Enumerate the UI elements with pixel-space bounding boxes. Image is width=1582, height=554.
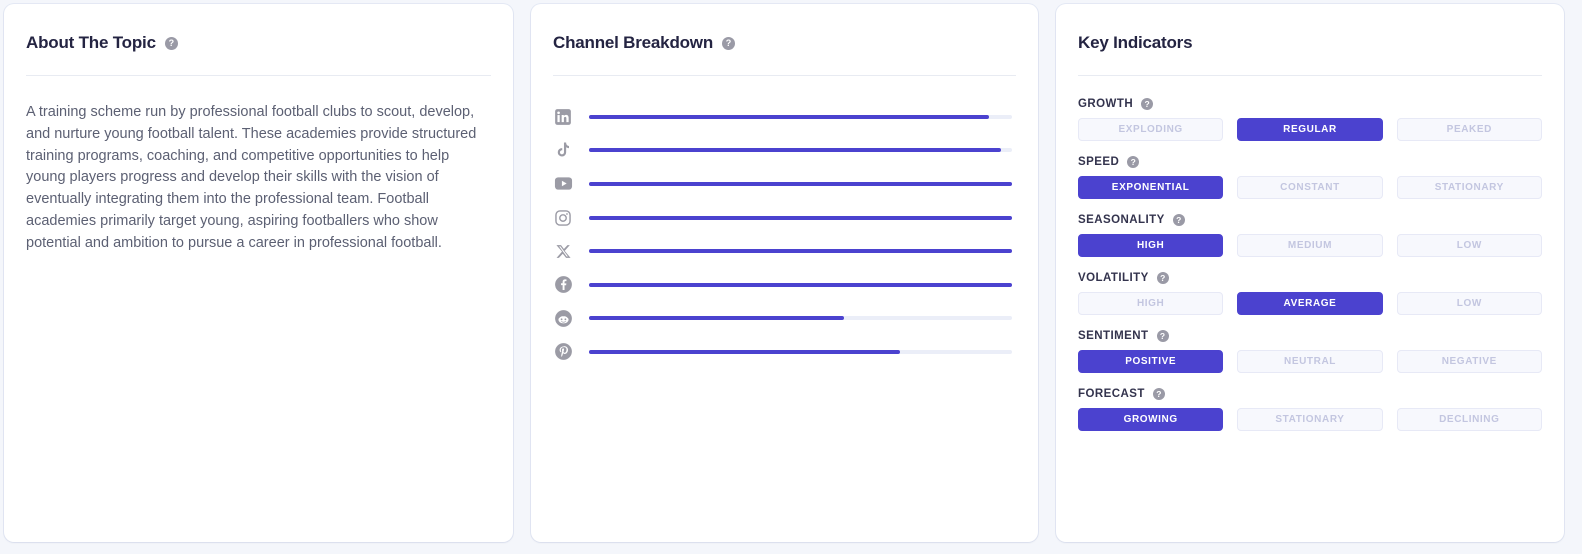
- key-indicators-title: Key Indicators: [1078, 33, 1193, 52]
- youtube-icon: [553, 174, 573, 194]
- indicator-option-stationary[interactable]: STATIONARY: [1396, 176, 1542, 199]
- channel-bar-track: [589, 114, 1012, 119]
- indicator-option-high[interactable]: HIGH: [1078, 234, 1224, 257]
- indicator-option-high[interactable]: HIGH: [1078, 292, 1224, 315]
- instagram-icon: [553, 208, 573, 228]
- indicator-option-positive[interactable]: POSITIVE: [1078, 350, 1224, 373]
- indicator-label-row: VOLATILITY?: [1078, 272, 1542, 284]
- help-circle-icon[interactable]: ?: [1152, 388, 1165, 400]
- indicator-label: FORECAST: [1078, 388, 1145, 400]
- channel-row: [553, 134, 1016, 168]
- indicator-label-row: GROWTH?: [1078, 98, 1542, 110]
- help-circle-icon[interactable]: ?: [1156, 330, 1169, 342]
- indicator-options: EXPLODING REGULAR PEAKED: [1078, 118, 1542, 141]
- indicator-options: GROWING STATIONARY DECLINING: [1078, 408, 1542, 431]
- indicator-group: SEASONALITY? HIGH MEDIUM LOW: [1078, 214, 1542, 257]
- tiktok-icon: [553, 140, 573, 160]
- channel-row: [553, 302, 1016, 336]
- help-circle-icon[interactable]: ?: [1156, 272, 1169, 284]
- channel-bar-track: [589, 181, 1012, 186]
- channel-breakdown-panel: Channel Breakdown ?: [531, 4, 1038, 542]
- channel-row: [553, 234, 1016, 268]
- indicator-label: SENTIMENT: [1078, 330, 1149, 342]
- channel-bar-fill: [589, 282, 1012, 287]
- channel-bar-fill: [589, 316, 845, 321]
- about-description: A training scheme run by professional fo…: [26, 104, 477, 251]
- channel-row: [553, 335, 1016, 369]
- help-circle-icon[interactable]: ?: [722, 36, 736, 50]
- indicator-option-low[interactable]: LOW: [1396, 292, 1542, 315]
- indicator-option-exploding[interactable]: EXPLODING: [1078, 118, 1224, 141]
- help-circle-icon[interactable]: ?: [1141, 98, 1154, 110]
- facebook-icon: [553, 275, 573, 295]
- indicator-label-row: SPEED?: [1078, 156, 1542, 168]
- indicator-label: VOLATILITY: [1078, 272, 1149, 284]
- indicator-group: SENTIMENT? POSITIVE NEUTRAL NEGATIVE: [1078, 330, 1542, 373]
- indicator-option-average[interactable]: AVERAGE: [1237, 292, 1383, 315]
- indicator-label: SPEED: [1078, 156, 1120, 168]
- indicator-label-row: SEASONALITY?: [1078, 214, 1542, 226]
- channel-bar-fill: [589, 249, 1012, 254]
- channel-list: [553, 100, 1016, 369]
- channel-row: [553, 100, 1016, 134]
- channel-breakdown-title: Channel Breakdown: [553, 33, 714, 52]
- indicator-option-exponential[interactable]: EXPONENTIAL: [1078, 176, 1224, 199]
- channel-row: [553, 268, 1016, 302]
- indicator-option-medium[interactable]: MEDIUM: [1237, 234, 1383, 257]
- indicator-option-stationary[interactable]: STATIONARY: [1237, 408, 1383, 431]
- channel-bar-track: [589, 349, 1012, 354]
- channel-bar-track: [589, 215, 1012, 220]
- help-circle-icon[interactable]: ?: [1172, 214, 1185, 226]
- channel-row: [553, 167, 1016, 201]
- x-twitter-icon: [553, 241, 573, 261]
- channel-bar-fill: [589, 148, 1002, 153]
- channel-bar-fill: [589, 215, 1012, 220]
- indicator-option-peaked[interactable]: PEAKED: [1396, 118, 1542, 141]
- channel-bar-track: [589, 282, 1012, 287]
- indicator-group: FORECAST? GROWING STATIONARY DECLINING: [1078, 388, 1542, 431]
- indicator-option-negative[interactable]: NEGATIVE: [1396, 350, 1542, 373]
- indicator-group: VOLATILITY? HIGH AVERAGE LOW: [1078, 272, 1542, 315]
- dashboard-panels: About The Topic ? A training scheme run …: [0, 0, 1582, 554]
- indicator-options: EXPONENTIAL CONSTANT STATIONARY: [1078, 176, 1542, 199]
- channel-row: [553, 201, 1016, 235]
- about-panel-header: About The Topic ?: [26, 4, 491, 53]
- key-indicators-header: Key Indicators: [1078, 4, 1542, 53]
- about-the-topic-panel: About The Topic ? A training scheme run …: [4, 4, 513, 542]
- indicator-group: SPEED? EXPONENTIAL CONSTANT STATIONARY: [1078, 156, 1542, 199]
- pinterest-icon: [553, 342, 573, 362]
- indicator-option-regular[interactable]: REGULAR: [1237, 118, 1383, 141]
- channel-bar-fill: [589, 349, 901, 354]
- indicator-option-neutral[interactable]: NEUTRAL: [1237, 350, 1383, 373]
- indicator-label-row: FORECAST?: [1078, 388, 1542, 400]
- indicator-groups: GROWTH? EXPLODING REGULAR PEAKED SPEED? EXPON…: [1078, 98, 1542, 431]
- indicator-options: POSITIVE NEUTRAL NEGATIVE: [1078, 350, 1542, 373]
- indicator-option-growing[interactable]: GROWING: [1078, 408, 1224, 431]
- indicator-option-declining[interactable]: DECLINING: [1396, 408, 1542, 431]
- reddit-icon: [553, 308, 573, 328]
- page-title: About The Topic: [26, 33, 156, 52]
- indicator-label: GROWTH: [1078, 98, 1134, 110]
- indicator-options: HIGH MEDIUM LOW: [1078, 234, 1542, 257]
- indicator-label: SEASONALITY: [1078, 214, 1165, 226]
- indicator-option-low[interactable]: LOW: [1396, 234, 1542, 257]
- channel-bar-fill: [589, 181, 1012, 186]
- channel-bar-track: [589, 148, 1012, 153]
- channel-panel-header: Channel Breakdown ?: [553, 4, 1016, 53]
- channel-divider: [553, 75, 1016, 76]
- channel-bar-track: [589, 316, 1012, 321]
- linkedin-icon: [553, 107, 573, 127]
- channel-bar-track: [589, 249, 1012, 254]
- indicator-label-row: SENTIMENT?: [1078, 330, 1542, 342]
- help-circle-icon[interactable]: ?: [1127, 156, 1140, 168]
- key-indicators-panel: Key Indicators GROWTH? EXPLODING REGULAR PE…: [1056, 4, 1564, 542]
- indicator-options: HIGH AVERAGE LOW: [1078, 292, 1542, 315]
- indicator-option-constant[interactable]: CONSTANT: [1237, 176, 1383, 199]
- about-divider: [26, 75, 491, 76]
- channel-bar-fill: [589, 114, 989, 119]
- help-circle-icon[interactable]: ?: [164, 36, 178, 50]
- indicator-group: GROWTH? EXPLODING REGULAR PEAKED: [1078, 98, 1542, 141]
- key-indicators-divider: [1078, 75, 1542, 76]
